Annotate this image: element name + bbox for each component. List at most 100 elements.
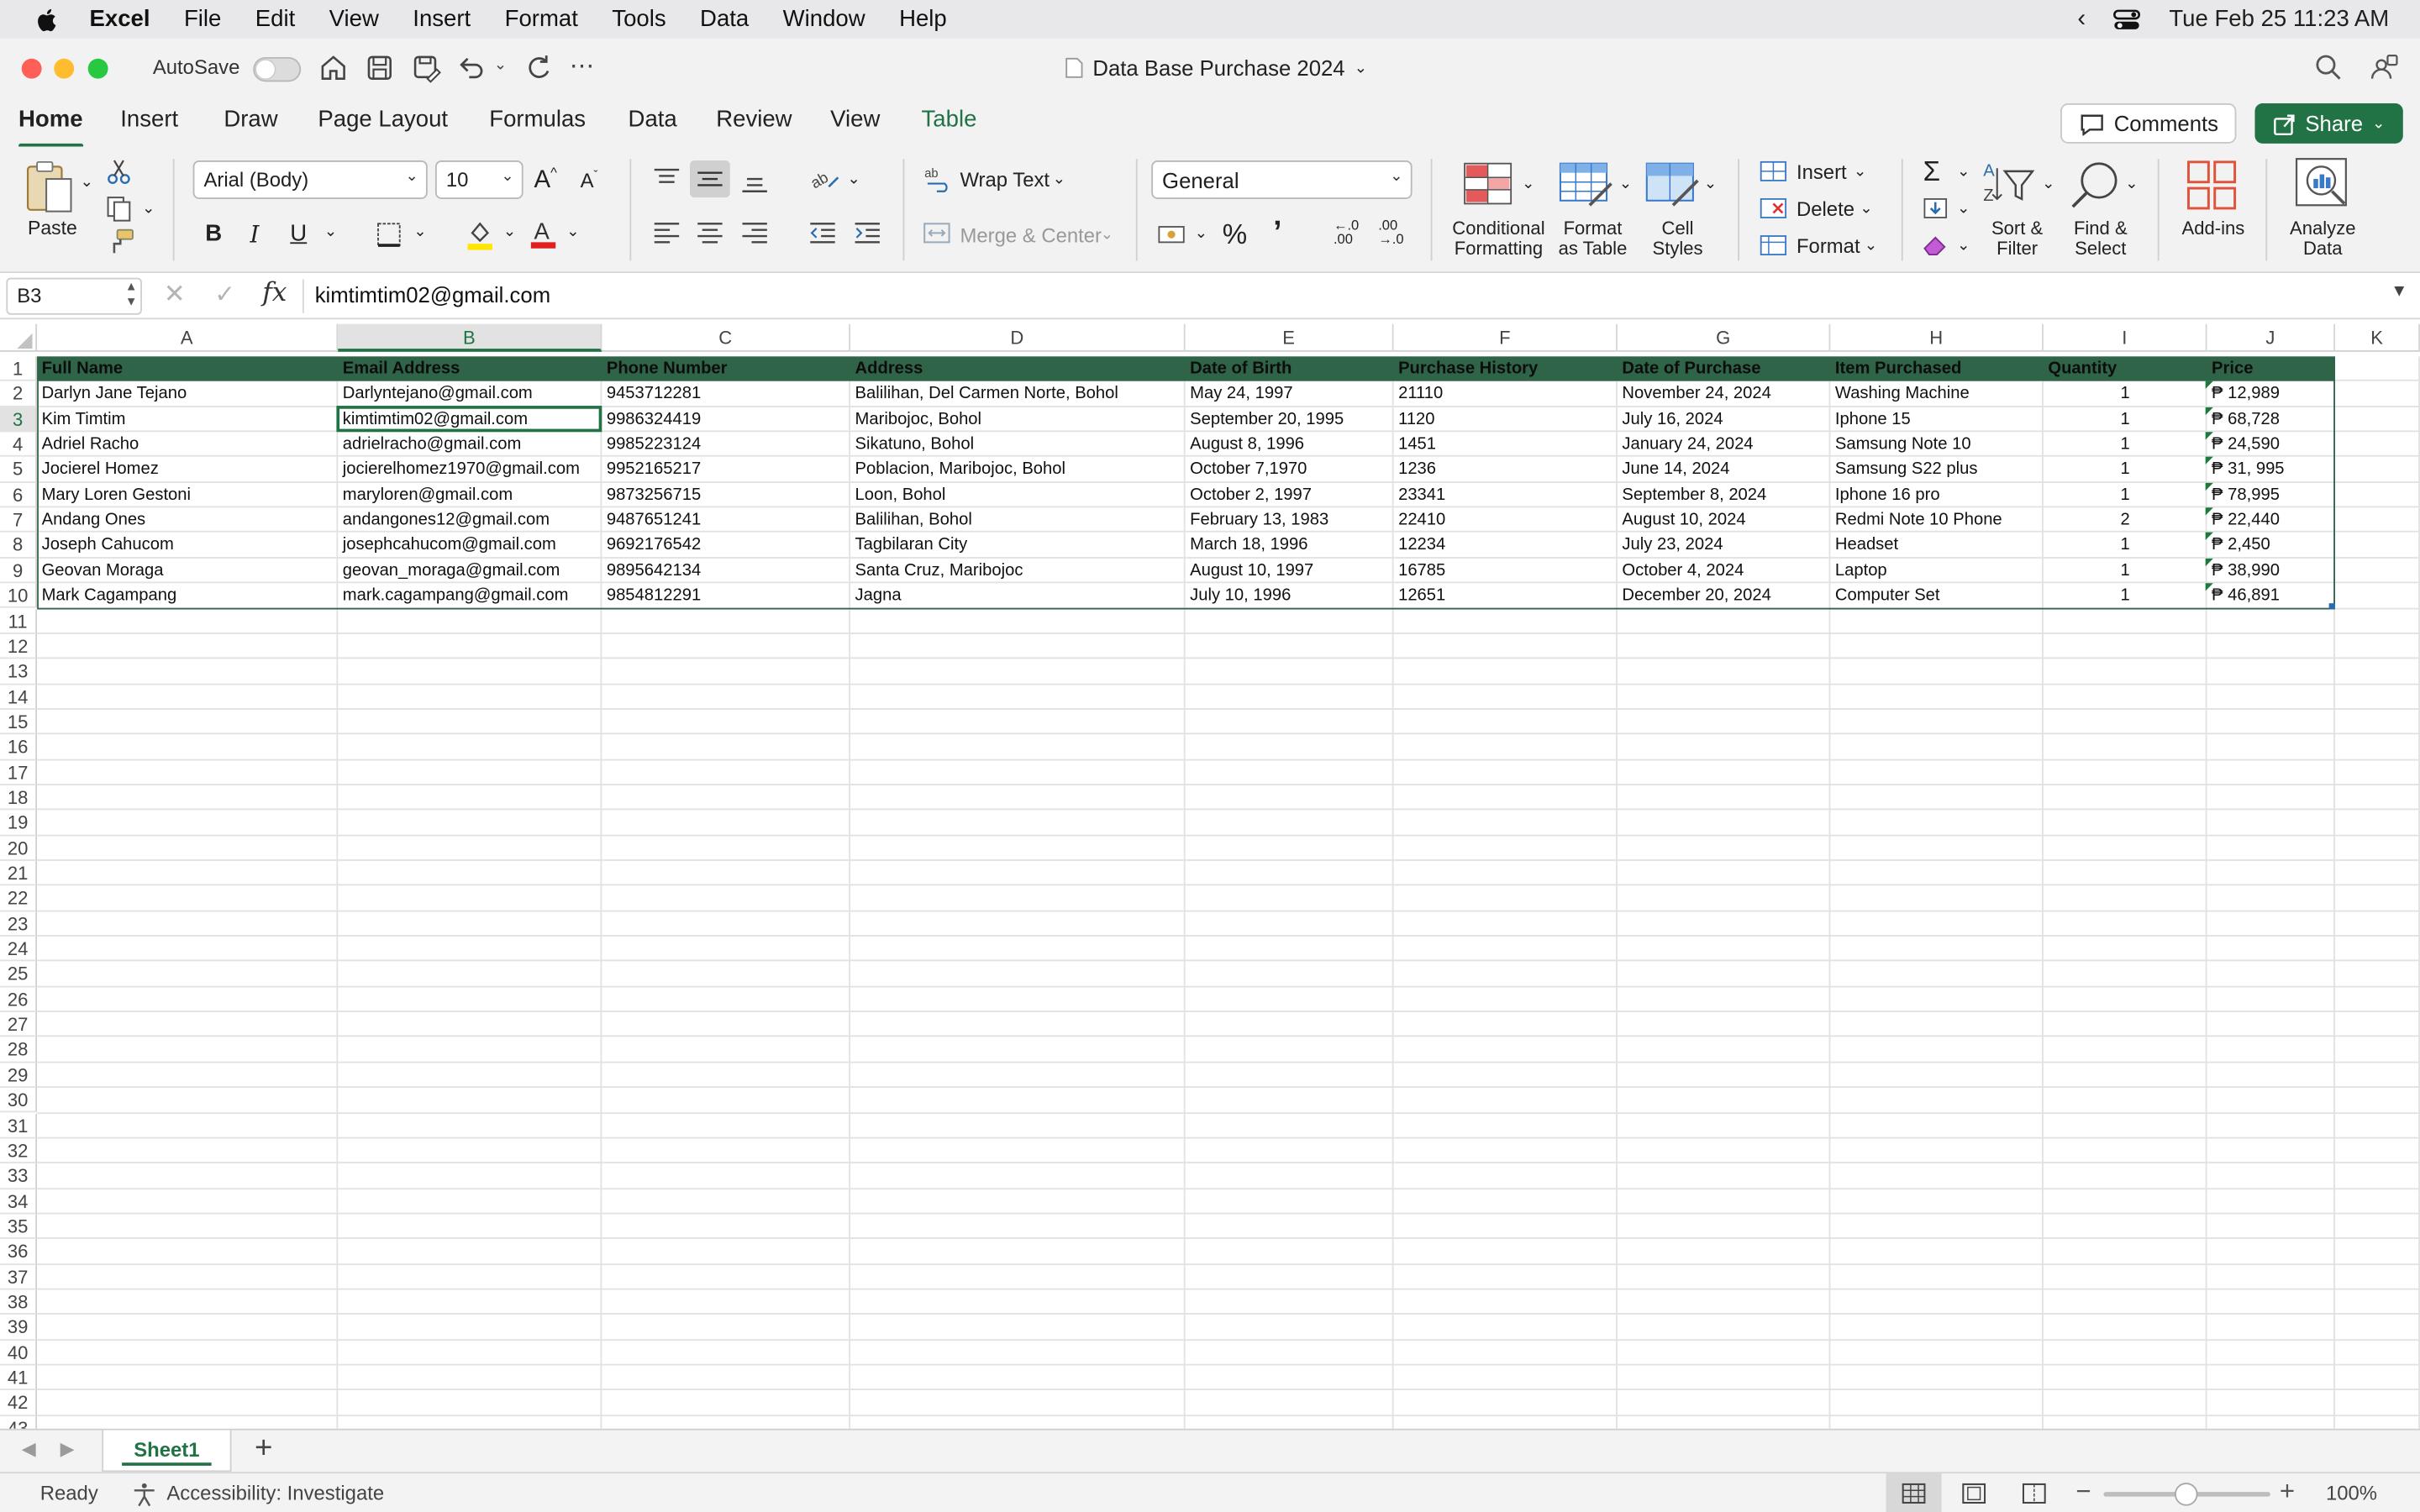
name-box-stepper-icon[interactable]: ▲ ▼ [125, 279, 138, 310]
home-icon[interactable] [318, 52, 349, 83]
table-header-cell[interactable]: Full Name [42, 356, 334, 381]
table-cell[interactable]: 9692176542 [607, 533, 846, 558]
analyze-data-icon[interactable] [2292, 156, 2354, 215]
row-header-15[interactable]: 15 [0, 709, 38, 735]
analyze-data-label[interactable]: Analyze Data [2284, 218, 2361, 260]
comments-button[interactable]: Comments [2060, 103, 2237, 144]
italic-icon[interactable]: I [250, 221, 260, 249]
percent-style-icon[interactable]: % [1223, 219, 1247, 252]
table-cell[interactable]: Kim Timtim [42, 407, 334, 432]
row-header-30[interactable]: 30 [0, 1088, 38, 1114]
table-cell[interactable]: Tagbilaran City [855, 533, 1181, 558]
row-header-10[interactable]: 10 [0, 583, 38, 609]
accessibility-icon[interactable] [131, 1481, 157, 1507]
row-header-29[interactable]: 29 [0, 1063, 38, 1089]
insert-cells-chevron-icon[interactable]: ⌄ [1854, 164, 1866, 181]
increase-indent-icon[interactable] [852, 221, 883, 245]
clear-chevron-icon[interactable]: ⌄ [1957, 238, 1970, 255]
increase-decimal-icon[interactable]: ←.0.00 [1334, 218, 1359, 247]
table-cell[interactable]: 1 [2048, 432, 2202, 457]
column-header-d[interactable]: D [850, 323, 1186, 352]
table-cell[interactable]: May 24, 1997 [1190, 381, 1389, 407]
table-cell[interactable]: josephcahucom@gmail.com [343, 533, 597, 558]
fill-icon[interactable] [1922, 196, 1949, 220]
menu-file[interactable]: File [184, 6, 221, 32]
row-header-17[interactable]: 17 [0, 759, 38, 785]
table-cell[interactable]: Santa Cruz, Maribojoc [855, 559, 1181, 584]
column-header-g[interactable]: G [1618, 323, 1831, 352]
row-header-31[interactable]: 31 [0, 1113, 38, 1139]
delete-cells-chevron-icon[interactable]: ⌄ [1860, 201, 1872, 218]
autosum-icon[interactable]: Σ [1923, 156, 1940, 189]
cell-styles-chevron-icon[interactable]: ⌄ [1704, 176, 1717, 192]
row-header-35[interactable]: 35 [0, 1214, 38, 1240]
table-cell[interactable]: 22410 [1398, 507, 1612, 533]
tab-view[interactable]: View [830, 107, 880, 133]
table-header-cell[interactable]: Date of Birth [1190, 356, 1389, 381]
row-header-28[interactable]: 28 [0, 1037, 38, 1063]
column-header-j[interactable]: J [2207, 323, 2335, 352]
account-icon[interactable] [2369, 52, 2400, 83]
table-cell[interactable]: August 10, 2024 [1622, 507, 1825, 533]
row-header-42[interactable]: 42 [0, 1390, 38, 1416]
merge-center-icon[interactable] [923, 221, 950, 245]
table-cell[interactable]: August 8, 1996 [1190, 432, 1389, 457]
row-header-8[interactable]: 8 [0, 533, 38, 559]
decrease-font-size-icon[interactable]: Aˇ [581, 168, 598, 192]
table-resize-handle[interactable] [2328, 602, 2335, 609]
row-header-34[interactable]: 34 [0, 1189, 38, 1215]
close-window-button[interactable] [21, 58, 42, 79]
undo-dropdown-chevron-icon[interactable]: ⌄ [494, 57, 507, 74]
table-cell[interactable]: Geovan Moraga [42, 559, 334, 584]
tab-draw[interactable]: Draw [224, 107, 277, 133]
table-cell[interactable]: 1 [2048, 381, 2202, 407]
decrease-indent-icon[interactable] [808, 221, 839, 245]
table-cell[interactable]: 9985223124 [607, 432, 846, 457]
row-header-16[interactable]: 16 [0, 734, 38, 760]
table-cell[interactable]: 9453712281 [607, 381, 846, 407]
table-cell[interactable]: ₱ 68,728 [2205, 407, 2330, 432]
format-as-table-label[interactable]: Format as Table [1553, 218, 1634, 260]
comma-style-icon[interactable]: ’ [1273, 216, 1281, 251]
row-header-20[interactable]: 20 [0, 835, 38, 861]
confirm-entry-icon[interactable]: ✓ [214, 279, 235, 310]
tab-home[interactable]: Home [18, 107, 83, 149]
table-cell[interactable]: 9986324419 [607, 407, 846, 432]
menu-window[interactable]: Window [783, 6, 865, 32]
menu-edit[interactable]: Edit [255, 6, 295, 32]
accounting-format-chevron-icon[interactable]: ⌄ [1195, 225, 1207, 242]
table-cell[interactable]: ₱ 46,891 [2205, 583, 2330, 609]
table-cell[interactable]: August 10, 1997 [1190, 559, 1389, 584]
table-cell[interactable]: 12234 [1398, 533, 1612, 558]
table-cell[interactable]: maryloren@gmail.com [343, 482, 597, 507]
table-cell[interactable]: geovan_moraga@gmail.com [343, 559, 597, 584]
sort-filter-label[interactable]: Sort & Filter [1983, 218, 2051, 260]
align-center-icon[interactable] [695, 221, 726, 245]
underline-chevron-icon[interactable]: ⌄ [324, 223, 337, 240]
table-cell[interactable]: ₱ 24,590 [2205, 432, 2330, 457]
copy-chevron-icon[interactable]: ⌄ [142, 201, 155, 218]
tab-formulas[interactable]: Formulas [489, 107, 586, 133]
table-cell[interactable]: ₱ 2,450 [2205, 533, 2330, 558]
find-select-chevron-icon[interactable]: ⌄ [2125, 176, 2138, 192]
find-select-icon[interactable] [2068, 159, 2123, 211]
row-header-21[interactable]: 21 [0, 860, 38, 886]
paste-label[interactable]: Paste [28, 218, 77, 239]
search-icon[interactable] [2313, 52, 2344, 83]
sort-filter-chevron-icon[interactable]: ⌄ [2042, 176, 2054, 192]
cell-styles-label[interactable]: Cell Styles [1645, 218, 1710, 260]
worksheet-grid[interactable]: Full Name Email Address Phone Number Addres… [37, 356, 2420, 1429]
increase-font-size-icon[interactable]: A^ [534, 165, 557, 196]
menu-tools[interactable]: Tools [612, 6, 666, 32]
table-cell[interactable]: March 18, 1996 [1190, 533, 1389, 558]
page-break-view-button[interactable] [2007, 1473, 2062, 1512]
row-header-36[interactable]: 36 [0, 1239, 38, 1265]
cancel-entry-icon[interactable]: ✕ [164, 279, 186, 310]
table-cell[interactable]: 2 [2048, 507, 2202, 533]
table-cell[interactable]: Joseph Cahucom [42, 533, 334, 558]
align-bottom-icon[interactable] [739, 170, 771, 194]
select-all-corner[interactable] [0, 323, 38, 352]
table-cell[interactable]: July 10, 1996 [1190, 584, 1389, 609]
table-cell[interactable]: November 24, 2024 [1622, 381, 1825, 407]
conditional-formatting-icon[interactable] [1463, 162, 1512, 205]
